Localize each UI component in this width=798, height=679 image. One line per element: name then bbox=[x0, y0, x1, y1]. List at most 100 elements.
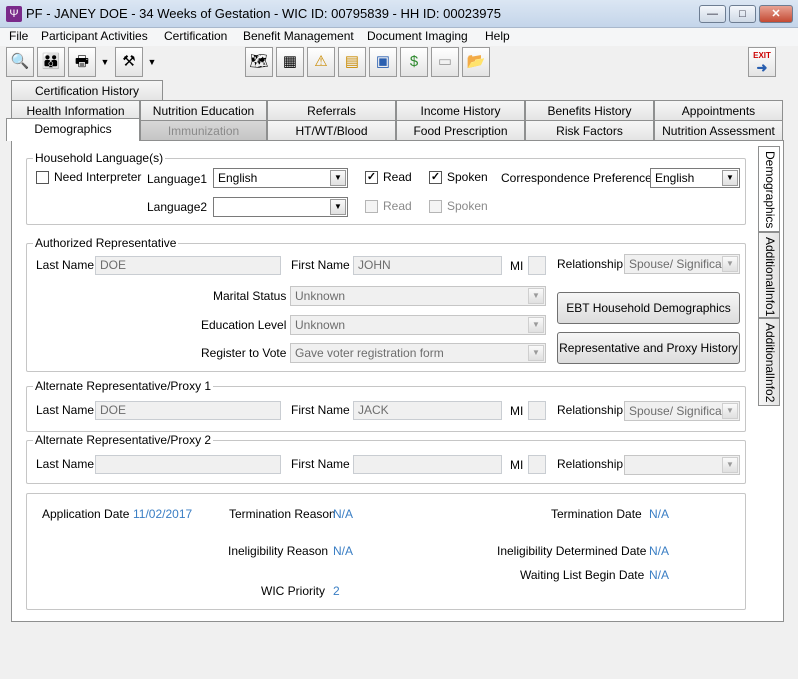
chevron-down-icon: ▼ bbox=[722, 170, 738, 186]
tab-benefits-history[interactable]: Benefits History bbox=[525, 100, 654, 121]
menu-document-imaging[interactable]: Document Imaging bbox=[367, 29, 468, 43]
alternate-proxy2-label: Alternate Representative/Proxy 2 bbox=[33, 433, 214, 447]
exit-button[interactable]: EXIT ➜ bbox=[748, 47, 776, 77]
map-icon[interactable]: 🗺 bbox=[245, 47, 273, 77]
proxy2-relationship-select[interactable]: ▼ bbox=[624, 455, 740, 475]
form-icon[interactable]: ▣ bbox=[369, 47, 397, 77]
proxy1-first-name-field[interactable]: JACK bbox=[353, 401, 502, 420]
auth-mi-field[interactable] bbox=[528, 256, 546, 275]
calendar-icon[interactable]: ▦ bbox=[276, 47, 304, 77]
menu-certification[interactable]: Certification bbox=[164, 29, 227, 43]
ineligibility-reason-value: N/A bbox=[333, 544, 354, 558]
alert-icon[interactable]: ⚠ bbox=[307, 47, 335, 77]
tab-demographics[interactable]: Demographics bbox=[6, 118, 140, 141]
proxy1-first-name-label: First Name bbox=[291, 403, 350, 417]
ineligibility-determined-label: Ineligibility Determined Date bbox=[497, 544, 647, 558]
chevron-down-icon: ▼ bbox=[722, 256, 738, 272]
menu-benefit-management[interactable]: Benefit Management bbox=[243, 29, 354, 43]
tab-immunization[interactable]: Immunization bbox=[140, 120, 267, 141]
chevron-down-icon: ▼ bbox=[528, 288, 544, 304]
folder-icon[interactable]: 📂 bbox=[462, 47, 490, 77]
proxy1-mi-label: MI bbox=[510, 404, 524, 418]
tools-dropdown-icon[interactable]: ▼ bbox=[146, 47, 158, 77]
card-icon[interactable]: ▭ bbox=[431, 47, 459, 77]
alternate-proxy1-label: Alternate Representative/Proxy 1 bbox=[33, 379, 214, 393]
education-level-select[interactable]: Unknown ▼ bbox=[290, 315, 546, 335]
proxy1-mi-field[interactable] bbox=[528, 401, 546, 420]
spoken1-checkbox[interactable]: ✓ bbox=[429, 171, 442, 184]
proxy2-first-name-field[interactable] bbox=[353, 455, 502, 474]
note-icon[interactable]: ▤ bbox=[338, 47, 366, 77]
menu-help[interactable]: Help bbox=[485, 29, 510, 43]
minimize-button[interactable]: — bbox=[699, 5, 726, 23]
proxy1-relationship-value: Spouse/ Significant bbox=[629, 404, 732, 418]
chevron-down-icon: ▼ bbox=[722, 457, 738, 473]
proxy2-relationship-label: Relationship bbox=[557, 457, 624, 471]
money-icon[interactable]: $ bbox=[400, 47, 428, 77]
tab-certification-history[interactable]: Certification History bbox=[11, 80, 163, 101]
termination-date-label: Termination Date bbox=[551, 507, 642, 521]
auth-last-name-field[interactable]: DOE bbox=[95, 256, 281, 275]
proxy1-relationship-select[interactable]: Spouse/ Significant ▼ bbox=[624, 401, 740, 421]
tab-referrals[interactable]: Referrals bbox=[267, 100, 396, 121]
tab-income-history[interactable]: Income History bbox=[396, 100, 525, 121]
proxy2-last-name-field[interactable] bbox=[95, 455, 281, 474]
auth-first-name-label: First Name bbox=[291, 258, 350, 272]
correspondence-preference-select[interactable]: English ▼ bbox=[650, 168, 740, 188]
printer-icon[interactable]: 🖶 bbox=[68, 47, 96, 77]
language1-select[interactable]: English ▼ bbox=[213, 168, 348, 188]
menu-participant-activities[interactable]: Participant Activities bbox=[41, 29, 148, 43]
close-button[interactable]: ✕ bbox=[759, 5, 793, 23]
printer-dropdown-icon[interactable]: ▼ bbox=[99, 47, 111, 77]
auth-relationship-label: Relationship bbox=[557, 257, 624, 271]
tab-food-prescription[interactable]: Food Prescription bbox=[396, 120, 525, 141]
need-interpreter-checkbox[interactable] bbox=[36, 171, 49, 184]
read1-label: Read bbox=[383, 170, 412, 184]
family-icon[interactable]: 👪 bbox=[37, 47, 65, 77]
auth-mi-label: MI bbox=[510, 259, 524, 273]
marital-status-select[interactable]: Unknown ▼ bbox=[290, 286, 546, 306]
tab-nutrition-education[interactable]: Nutrition Education bbox=[140, 100, 267, 121]
proxy2-last-name-label: Last Name bbox=[36, 457, 95, 471]
auth-relationship-select[interactable]: Spouse/ Significant ▼ bbox=[624, 254, 740, 274]
read1-checkbox[interactable]: ✓ bbox=[365, 171, 378, 184]
auth-first-name-field[interactable]: JOHN bbox=[353, 256, 502, 275]
spoken1-label: Spoken bbox=[447, 170, 488, 184]
tab-nutrition-assessment[interactable]: Nutrition Assessment bbox=[654, 120, 783, 141]
language2-select[interactable]: ▼ bbox=[213, 197, 348, 217]
side-tab-additionalinfo1-label: AdditionalInfo1 bbox=[763, 237, 777, 317]
side-tab-additionalinfo1[interactable]: AdditionalInfo1 bbox=[758, 232, 780, 318]
auth-relationship-value: Spouse/ Significant bbox=[629, 257, 732, 271]
side-tab-additionalinfo2-label: AdditionalInfo2 bbox=[763, 323, 777, 403]
side-tab-additionalinfo2[interactable]: AdditionalInfo2 bbox=[758, 318, 780, 406]
tab-ht-wt-blood[interactable]: HT/WT/Blood bbox=[267, 120, 396, 141]
chevron-down-icon: ▼ bbox=[528, 317, 544, 333]
application-date-value: 11/02/2017 bbox=[133, 507, 193, 521]
representative-proxy-history-button[interactable]: Representative and Proxy History bbox=[557, 332, 740, 364]
need-interpreter-label: Need Interpreter bbox=[54, 170, 142, 184]
correspondence-preference-label: Correspondence Preference bbox=[501, 171, 652, 185]
side-tab-demographics-label: Demographics bbox=[763, 151, 777, 229]
read2-checkbox[interactable] bbox=[365, 200, 378, 213]
search-icon[interactable]: 🔍 bbox=[6, 47, 34, 77]
maximize-button[interactable]: □ bbox=[729, 5, 756, 23]
side-tab-demographics[interactable]: Demographics bbox=[758, 146, 780, 232]
register-to-vote-select[interactable]: Gave voter registration form ▼ bbox=[290, 343, 546, 363]
tab-appointments[interactable]: Appointments bbox=[654, 100, 783, 121]
tab-risk-factors[interactable]: Risk Factors bbox=[525, 120, 654, 141]
proxy2-mi-field[interactable] bbox=[528, 455, 546, 474]
window-title: PF - JANEY DOE - 34 Weeks of Gestation -… bbox=[26, 6, 501, 21]
termination-reason-label: Termination Reason bbox=[229, 507, 336, 521]
register-to-vote-label: Register to Vote bbox=[201, 346, 287, 360]
wic-priority-value: 2 bbox=[333, 584, 340, 598]
spoken2-checkbox[interactable] bbox=[429, 200, 442, 213]
proxy2-first-name-label: First Name bbox=[291, 457, 350, 471]
proxy1-last-name-field[interactable]: DOE bbox=[95, 401, 281, 420]
education-level-label: Education Level bbox=[201, 318, 287, 332]
chevron-down-icon: ▼ bbox=[722, 403, 738, 419]
ebt-household-demographics-button[interactable]: EBT Household Demographics bbox=[557, 292, 740, 324]
proxy1-last-name-label: Last Name bbox=[36, 403, 95, 417]
menu-file[interactable]: File bbox=[9, 29, 28, 43]
waiting-list-label: Waiting List Begin Date bbox=[520, 568, 645, 582]
tools-icon[interactable]: ⚒ bbox=[115, 47, 143, 77]
